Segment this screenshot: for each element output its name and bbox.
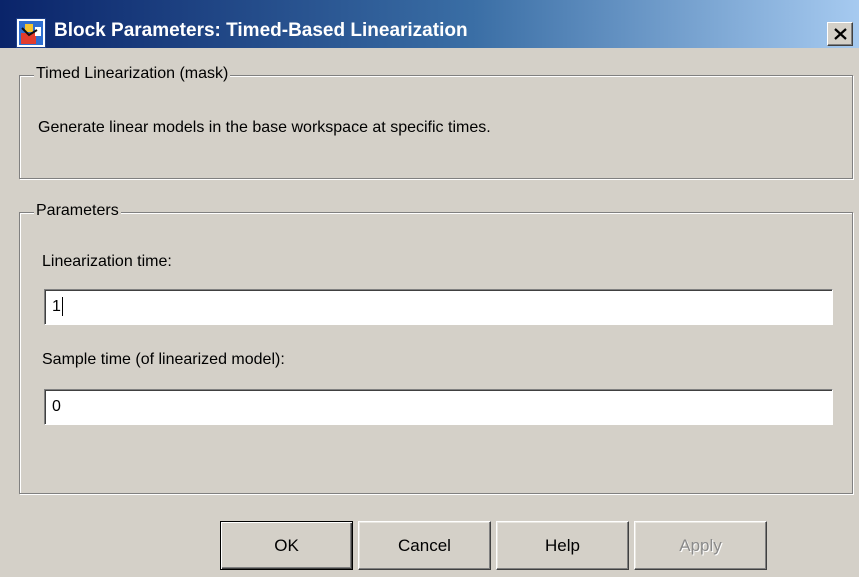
title-bar[interactable]: Block Parameters: Timed-Based Linearizat… <box>0 0 859 48</box>
linearization-time-input[interactable]: 1 <box>44 289 833 325</box>
sample-time-value: 0 <box>52 398 61 415</box>
cancel-button[interactable]: Cancel <box>358 521 491 570</box>
window-title: Block Parameters: Timed-Based Linearizat… <box>54 20 468 41</box>
text-caret <box>61 297 63 317</box>
sample-time-label: Sample time (of linearized model): <box>42 351 285 368</box>
apply-button: Apply <box>634 521 767 570</box>
linearization-time-value: 1 <box>52 298 61 315</box>
block-parameters-dialog: Block Parameters: Timed-Based Linearizat… <box>0 0 859 577</box>
sample-time-input[interactable]: 0 <box>44 389 833 425</box>
mask-group-legend: Timed Linearization (mask) <box>34 65 231 83</box>
help-button[interactable]: Help <box>496 521 629 570</box>
parameters-group-legend: Parameters <box>34 202 121 220</box>
mask-description-group: Timed Linearization (mask) Generate line… <box>19 65 853 179</box>
linearization-time-label: Linearization time: <box>42 253 172 270</box>
close-button[interactable] <box>827 22 853 46</box>
close-icon <box>834 28 847 40</box>
parameters-group: Parameters Linearization time: 1 Sample … <box>19 202 853 494</box>
simulink-block-icon <box>16 18 46 48</box>
ok-button[interactable]: OK <box>220 521 353 570</box>
mask-description: Generate linear models in the base works… <box>38 119 491 136</box>
